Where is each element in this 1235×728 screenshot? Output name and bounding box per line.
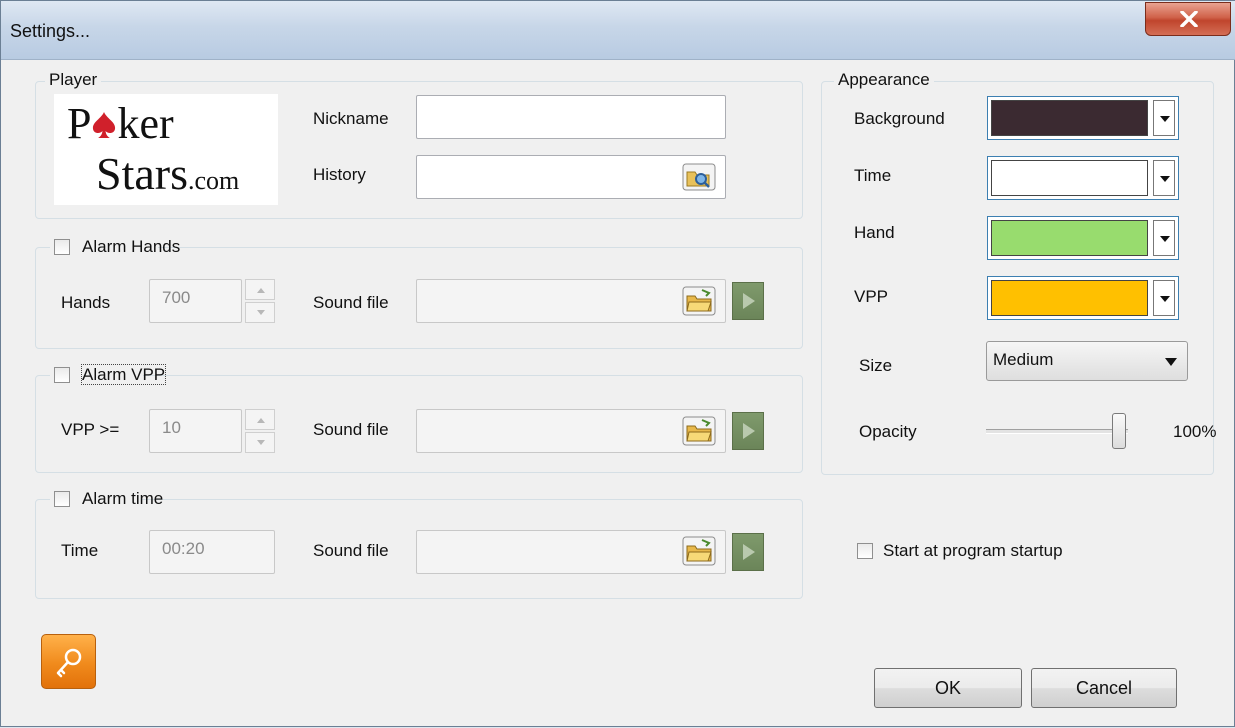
vpp-spinner[interactable] xyxy=(245,409,275,453)
window-title: Settings... xyxy=(10,21,91,41)
hands-play-button[interactable] xyxy=(732,282,764,320)
vpp-spin-up[interactable] xyxy=(245,409,275,430)
nickname-input[interactable] xyxy=(416,95,726,139)
folder-open-icon xyxy=(682,416,716,446)
spade-icon xyxy=(91,104,117,138)
hand-color-label: Hand xyxy=(854,223,895,242)
close-button[interactable] xyxy=(1145,2,1231,36)
chevron-down-icon xyxy=(1165,358,1177,366)
time-play-button[interactable] xyxy=(732,533,764,571)
vpp-sound-label: Sound file xyxy=(313,420,389,439)
alarm-vpp-label: Alarm VPP xyxy=(80,364,167,385)
arrow-up-icon xyxy=(257,418,265,423)
chevron-down-icon xyxy=(1160,236,1170,242)
vpp-play-button[interactable] xyxy=(732,412,764,450)
opacity-value: 100% xyxy=(1173,422,1217,441)
time-sound-label: Sound file xyxy=(313,541,389,560)
arrow-up-icon xyxy=(257,288,265,293)
alarm-time-header: Alarm time xyxy=(50,487,163,511)
startup-checkbox[interactable] xyxy=(857,543,873,559)
vpp-threshold-label: VPP >= xyxy=(61,420,120,439)
vpp-sound-browse-button[interactable] xyxy=(682,416,716,446)
size-select[interactable]: Medium xyxy=(986,341,1188,381)
vpp-dropdown-arrow[interactable] xyxy=(1153,280,1175,316)
play-icon xyxy=(743,293,755,309)
hands-spinner[interactable] xyxy=(245,279,275,323)
hands-spin-up[interactable] xyxy=(245,279,275,300)
close-icon xyxy=(1180,11,1198,27)
alarm-time-label: Alarm time xyxy=(82,489,164,508)
cancel-button[interactable]: Cancel xyxy=(1031,668,1177,708)
background-swatch xyxy=(991,100,1148,136)
time-color-label: Time xyxy=(854,166,892,185)
title-bar: Settings... xyxy=(1,1,1235,60)
alarm-hands-checkbox[interactable] xyxy=(54,239,70,255)
time-color-picker[interactable] xyxy=(987,156,1179,200)
alarm-hands-label: Alarm Hands xyxy=(82,237,181,256)
opacity-label: Opacity xyxy=(859,422,917,441)
history-label: History xyxy=(313,165,366,184)
hands-sound-label: Sound file xyxy=(313,293,389,312)
arrow-down-icon xyxy=(257,310,265,315)
alarm-vpp-checkbox[interactable] xyxy=(54,367,70,383)
nickname-label: Nickname xyxy=(313,109,389,128)
vpp-sound-input[interactable] xyxy=(416,409,726,453)
opacity-track xyxy=(986,429,1128,434)
size-value: Medium xyxy=(993,350,1054,369)
time-dropdown-arrow[interactable] xyxy=(1153,160,1175,196)
play-icon xyxy=(743,423,755,439)
key-icon xyxy=(56,648,82,678)
appearance-legend: Appearance xyxy=(834,70,934,90)
pokerstars-logo: P ker Stars.com xyxy=(54,94,278,205)
chevron-down-icon xyxy=(1160,176,1170,182)
time-input[interactable]: 00:20 xyxy=(149,530,275,574)
vpp-color-label: VPP xyxy=(854,287,889,306)
history-input[interactable] xyxy=(416,155,726,199)
opacity-slider[interactable] xyxy=(986,413,1131,453)
settings-window: Settings... Player P ker Stars.com Nickn… xyxy=(0,0,1235,727)
size-label: Size xyxy=(859,356,893,375)
background-label: Background xyxy=(854,109,945,128)
hands-spin-down[interactable] xyxy=(245,302,275,323)
startup-label: Start at program startup xyxy=(883,541,1063,560)
alarm-hands-header: Alarm Hands xyxy=(50,235,180,259)
hand-color-picker[interactable] xyxy=(987,216,1179,260)
hands-sound-browse-button[interactable] xyxy=(682,286,716,316)
dialog-body: Player P ker Stars.com Nickname History xyxy=(1,59,1235,728)
vpp-swatch xyxy=(991,280,1148,316)
hands-sound-input[interactable] xyxy=(416,279,726,323)
license-key-button[interactable] xyxy=(41,634,96,689)
time-sound-browse-button[interactable] xyxy=(682,536,716,566)
time-swatch xyxy=(991,160,1148,196)
history-browse-button[interactable] xyxy=(682,163,716,191)
alarm-time-checkbox[interactable] xyxy=(54,491,70,507)
hands-label: Hands xyxy=(61,293,111,312)
chevron-down-icon xyxy=(1160,116,1170,122)
folder-open-icon xyxy=(682,536,716,566)
arrow-down-icon xyxy=(257,440,265,445)
vpp-spin-down[interactable] xyxy=(245,432,275,453)
background-dropdown-arrow[interactable] xyxy=(1153,100,1175,136)
folder-open-icon xyxy=(682,286,716,316)
hand-swatch xyxy=(991,220,1148,256)
chevron-down-icon xyxy=(1160,296,1170,302)
opacity-thumb[interactable] xyxy=(1112,413,1126,449)
time-label: Time xyxy=(61,541,99,560)
time-sound-input[interactable] xyxy=(416,530,726,574)
hands-input[interactable]: 700 xyxy=(149,279,242,323)
vpp-color-picker[interactable] xyxy=(987,276,1179,320)
ok-button[interactable]: OK xyxy=(874,668,1022,708)
player-legend: Player xyxy=(45,70,102,90)
folder-search-icon xyxy=(682,163,716,191)
background-color-picker[interactable] xyxy=(987,96,1179,140)
alarm-vpp-header: Alarm VPP xyxy=(50,363,167,387)
hand-dropdown-arrow[interactable] xyxy=(1153,220,1175,256)
vpp-input[interactable]: 10 xyxy=(149,409,242,453)
play-icon xyxy=(743,544,755,560)
